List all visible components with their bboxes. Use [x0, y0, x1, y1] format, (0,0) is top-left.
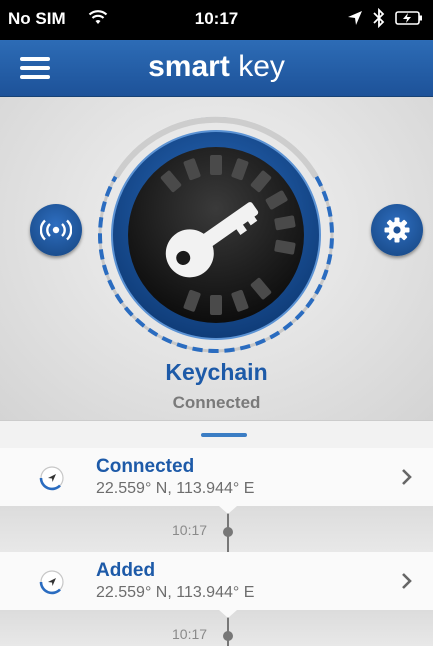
location-arrow-icon	[348, 11, 362, 25]
settings-button[interactable]	[371, 204, 423, 256]
event-coords: 22.559° N, 113.944° E	[96, 480, 255, 497]
event-coords: 22.559° N, 113.944° E	[96, 584, 255, 601]
find-device-button[interactable]	[30, 204, 82, 256]
chevron-right-icon	[402, 573, 412, 589]
bluetooth-icon	[373, 8, 385, 28]
timeline-entry: 10:17	[0, 506, 433, 552]
location-event-icon	[39, 570, 64, 595]
app-title: smart key	[0, 50, 433, 84]
gear-icon	[384, 217, 410, 243]
event-row-added[interactable]: Added 22.559° N, 113.944° E	[0, 552, 433, 610]
timeline-entry: 10:17	[0, 610, 433, 646]
device-name: Keychain	[165, 359, 268, 385]
broadcast-signal-icon	[40, 219, 72, 241]
chevron-right-icon	[402, 469, 412, 485]
nav-bar: smart key	[0, 40, 433, 97]
brand-bold: smart	[148, 50, 230, 83]
timeline-marker	[219, 506, 237, 552]
brand-light: key	[238, 50, 285, 83]
location-event-icon	[39, 466, 64, 491]
battery-charging-icon	[395, 11, 422, 25]
key-dial[interactable]	[96, 115, 336, 355]
status-bar: No SIM 10:17	[0, 0, 433, 40]
device-panel: Keychain Connected	[0, 97, 433, 420]
event-title: Added	[96, 560, 156, 581]
event-row-connected[interactable]: Connected 22.559° N, 113.944° E	[0, 448, 433, 506]
timeline-marker	[219, 610, 237, 646]
drag-handle[interactable]	[201, 433, 247, 437]
device-status: Connected	[172, 393, 261, 412]
event-title: Connected	[96, 456, 195, 477]
